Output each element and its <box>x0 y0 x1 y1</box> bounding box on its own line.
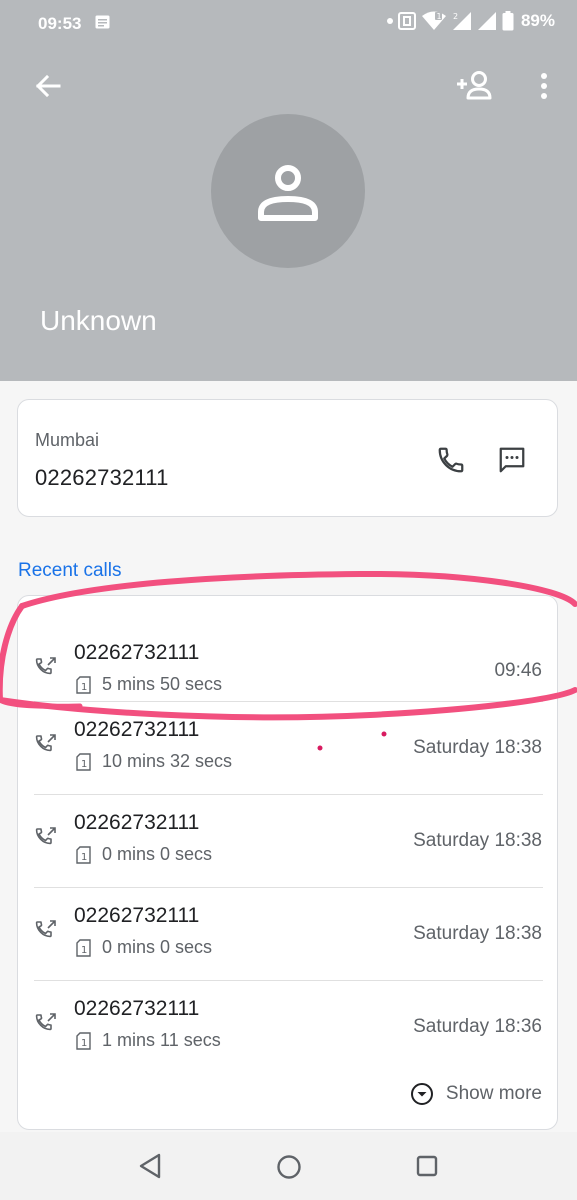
expand-circle-icon <box>410 1083 433 1105</box>
battery-percentage: 89% <box>520 11 555 30</box>
sim-1-icon: 1 <box>76 939 91 957</box>
svg-text:1: 1 <box>81 682 87 693</box>
call-number: 02262732111 <box>74 997 200 1020</box>
status-icons: 1 2 89% <box>386 11 555 31</box>
sim-1-icon: 1 <box>76 676 91 694</box>
call-time: Saturday 18:38 <box>413 737 542 758</box>
more-vert-icon[interactable] <box>530 70 558 102</box>
sim-1-icon: 1 <box>76 753 91 771</box>
status-time: 09:53 <box>38 14 82 33</box>
phone-icon[interactable] <box>436 445 466 475</box>
outgoing-call-icon <box>35 657 56 675</box>
call-duration: 10 mins 32 secs <box>102 751 233 771</box>
avatar <box>211 114 365 268</box>
sim-1-icon: 1 <box>76 846 91 864</box>
call-number: 02262732111 <box>74 904 200 927</box>
outgoing-call-icon <box>35 827 56 845</box>
show-more-label: Show more <box>445 1083 542 1104</box>
call-duration: 0 mins 0 secs <box>102 844 213 864</box>
message-icon[interactable] <box>497 445 527 475</box>
call-row[interactable]: 02262732111 1 0 mins 0 secs Saturday 18:… <box>18 888 557 981</box>
call-time: 09:46 <box>494 660 542 681</box>
back-arrow-icon[interactable] <box>32 70 64 102</box>
sim-1-icon: 1 <box>76 1032 91 1050</box>
show-more-button[interactable]: Show more <box>410 1082 542 1106</box>
outgoing-call-icon <box>35 1013 56 1031</box>
call-row[interactable]: 02262732111 1 1 mins 11 secs Saturday 18… <box>18 981 557 1074</box>
call-number: 02262732111 <box>74 718 200 741</box>
svg-text:1: 1 <box>81 1038 87 1049</box>
signal-1-icon: 2 <box>452 12 471 30</box>
notification-icon <box>95 15 110 29</box>
call-number: 02262732111 <box>74 641 200 664</box>
svg-text:2: 2 <box>453 12 458 21</box>
contact-info-card: Mumbai 02262732111 <box>17 399 558 517</box>
wifi-icon: 1 <box>421 11 446 30</box>
call-row[interactable]: 02262732111 1 5 mins 50 secs 09:46 <box>18 608 557 701</box>
navigation-bar <box>0 1132 577 1200</box>
status-bar: 09:53 1 2 89% <box>0 0 577 48</box>
call-time: Saturday 18:36 <box>413 1016 542 1037</box>
dot-icon <box>386 18 393 24</box>
person-icon <box>258 165 318 221</box>
recent-calls-title: Recent calls <box>18 560 122 581</box>
call-row[interactable]: 02262732111 1 0 mins 0 secs Saturday 18:… <box>18 795 557 888</box>
contact-header: 09:53 1 2 89% Unknown <box>0 0 577 381</box>
call-time: Saturday 18:38 <box>413 923 542 944</box>
call-row[interactable]: 02262732111 1 10 mins 32 secs Saturday 1… <box>18 702 557 795</box>
call-duration: 1 mins 11 secs <box>102 1030 221 1050</box>
call-duration: 0 mins 0 secs <box>102 937 213 957</box>
call-duration: 5 mins 50 secs <box>102 674 223 694</box>
svg-text:1: 1 <box>436 12 441 21</box>
phone-number[interactable]: 02262732111 <box>35 465 169 491</box>
contact-name: Unknown <box>40 305 157 336</box>
svg-text:1: 1 <box>81 759 87 770</box>
outgoing-call-icon <box>35 920 56 938</box>
nfc-icon <box>397 12 416 30</box>
location-label: Mumbai <box>35 430 100 450</box>
outgoing-call-icon <box>35 734 56 752</box>
add-contact-icon[interactable] <box>455 68 495 102</box>
svg-text:1: 1 <box>81 945 87 956</box>
call-time: Saturday 18:38 <box>413 830 542 851</box>
call-number: 02262732111 <box>74 811 200 834</box>
svg-text:1: 1 <box>81 852 87 863</box>
nav-recents-icon[interactable] <box>416 1155 438 1177</box>
nav-back-icon[interactable] <box>137 1152 163 1180</box>
recent-calls-list: 02262732111 1 5 mins 50 secs 09:46 02262… <box>17 595 558 1130</box>
signal-2-icon <box>477 12 496 30</box>
nav-home-icon[interactable] <box>276 1154 302 1180</box>
battery-icon <box>502 11 514 31</box>
